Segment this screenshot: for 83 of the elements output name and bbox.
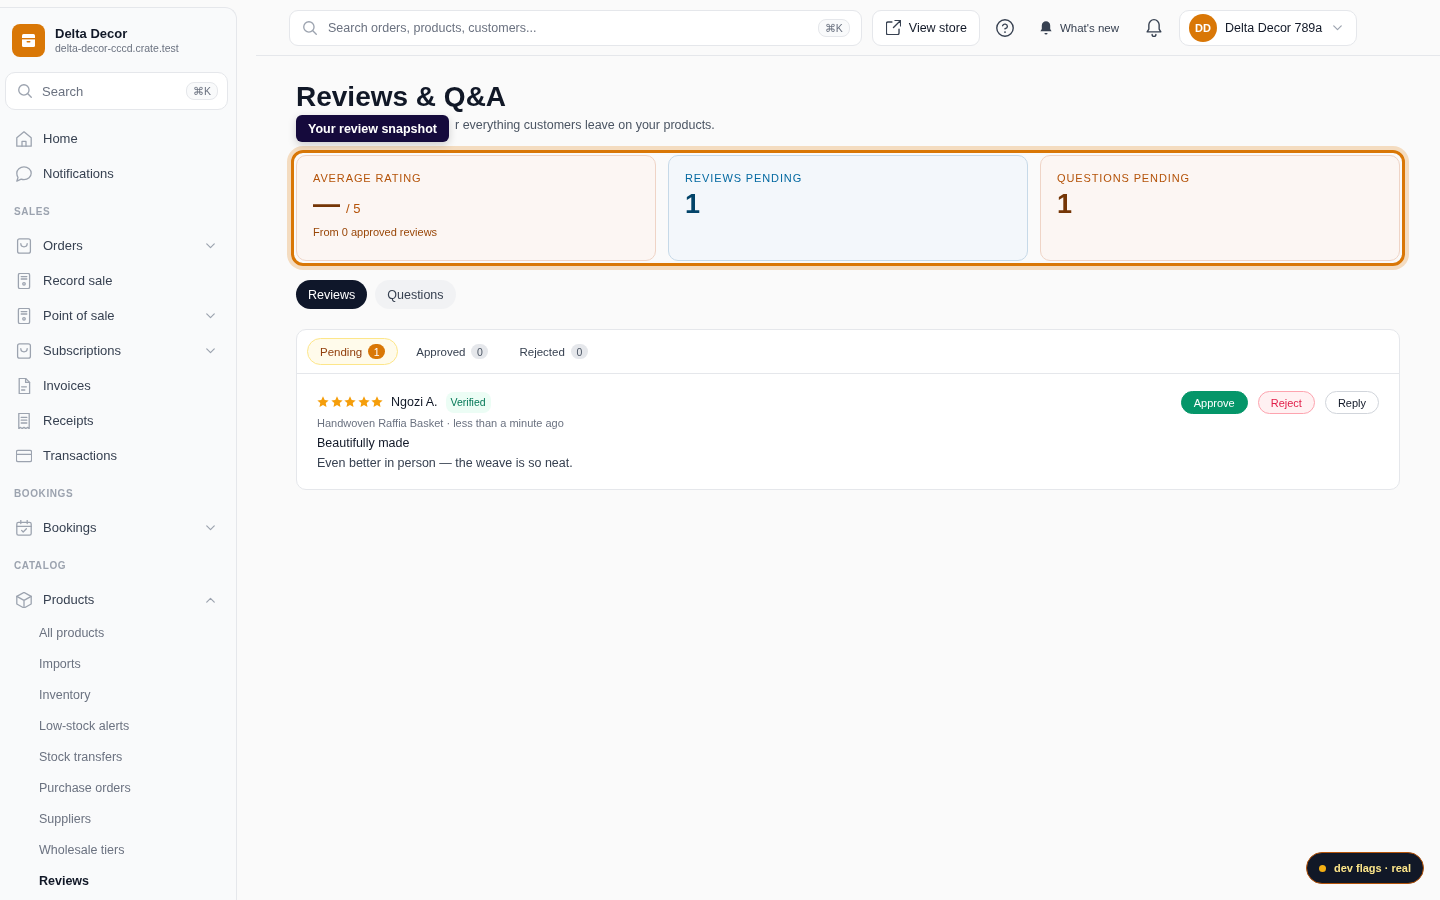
nav-item[interactable]: Point of sale: [5, 298, 228, 333]
star-icon: [344, 396, 356, 408]
user-avatar: DD: [1189, 13, 1217, 42]
approve-button[interactable]: Approve: [1180, 391, 1248, 414]
nav-item[interactable]: Invoices: [5, 368, 228, 403]
star-icon: [330, 396, 343, 408]
review-title: Beautifully made: [317, 435, 411, 451]
bell-icon: [1039, 20, 1052, 35]
account-menu-button[interactable]: DD Delta Decor 789a: [1179, 9, 1357, 46]
nav-item[interactable]: Receipts: [5, 403, 228, 438]
nav-item[interactable]: Record sale: [5, 263, 228, 298]
filter-tab[interactable]: Pending 1: [307, 338, 399, 365]
nav-subitem[interactable]: Low-stock alerts: [5, 710, 228, 741]
stat-label: REVIEWS PENDING: [685, 172, 804, 185]
section-label: CATALOG: [13, 559, 68, 573]
stat-note: From 0 approved reviews: [313, 225, 439, 239]
star-icon: [357, 396, 370, 408]
verified-badge: Verified: [445, 391, 491, 413]
device-icon: [16, 272, 32, 289]
filter-tab[interactable]: Approved 0: [403, 338, 502, 365]
search-icon: [303, 20, 317, 35]
count-badge: 1: [368, 344, 386, 359]
nav-item[interactable]: Bookings: [5, 510, 228, 545]
count-badge: 0: [471, 344, 489, 359]
reply-button[interactable]: Reply: [1324, 391, 1379, 414]
chevron-down-icon: [1333, 24, 1342, 31]
nav-item[interactable]: Notifications: [5, 156, 228, 191]
star-icon: [371, 396, 383, 408]
stat-label: AVERAGE RATING: [313, 172, 423, 185]
count-badge: 0: [570, 344, 588, 359]
page-subtitle: r everything customers leave on your products.: [455, 117, 715, 134]
tour-tooltip: Your review snapshot: [296, 115, 449, 142]
stat-value: 1: [685, 189, 701, 219]
nav-item[interactable]: Transactions: [5, 438, 228, 473]
shopping-bag-icon: [16, 342, 32, 359]
help-icon: [995, 18, 1014, 37]
calendar-icon: [16, 519, 32, 536]
review-meta: Handwoven Raffia Basket · less than a minute ago: [317, 416, 565, 431]
stat-value: —: [313, 189, 340, 219]
account-name: Delta Decor 789a: [1225, 20, 1324, 35]
credit-card-icon: [16, 447, 32, 464]
nav-subitem[interactable]: Purchase orders: [5, 772, 228, 803]
nav-subitem[interactable]: Suppliers: [5, 803, 228, 834]
nav-subitem[interactable]: Imports: [5, 648, 228, 679]
stat-suffix: / 5: [346, 201, 361, 216]
reviewer-name: Ngozi A.: [391, 395, 438, 409]
external-link-icon: [885, 20, 901, 35]
tab[interactable]: Questions: [375, 280, 456, 309]
dev-flags-badge[interactable]: dev flags · real: [1305, 852, 1424, 884]
nav-subitem[interactable]: Reviews: [5, 865, 228, 896]
store-domain: delta-decor-cccd.crate.test: [55, 42, 179, 55]
nav-item[interactable]: Products: [5, 582, 228, 617]
nav-subitem[interactable]: Stock transfers: [5, 741, 228, 772]
nav-subitem[interactable]: Inventory: [5, 679, 228, 710]
store-name: Delta Decor: [55, 26, 129, 42]
filter-tab[interactable]: Rejected 0: [506, 338, 601, 365]
nav-subitem[interactable]: Wholesale tiers: [5, 834, 228, 865]
cube-icon: [16, 591, 32, 608]
section-label: SALES: [13, 205, 52, 219]
shopping-bag-icon: [16, 237, 32, 254]
nav-item[interactable]: Subscriptions: [5, 333, 228, 368]
whats-new-button[interactable]: What's new: [1029, 12, 1129, 43]
receipt-icon: [16, 412, 32, 429]
search-icon: [18, 84, 32, 98]
stat-label: QUESTIONS PENDING: [1057, 172, 1191, 185]
bell-icon: [1145, 18, 1163, 37]
review-body: Even better in person — the weave is so neat.: [317, 455, 573, 471]
view-store-button[interactable]: View store: [871, 9, 980, 46]
star-icon: [317, 396, 329, 408]
stat-value: 1: [1057, 189, 1073, 219]
nav-subitem[interactable]: All products: [5, 617, 228, 648]
nav-item[interactable]: Orders: [5, 228, 228, 263]
device-icon: [16, 307, 32, 324]
box-logo-icon: [12, 24, 45, 57]
section-label: BOOKINGS: [13, 487, 75, 501]
home-icon: [16, 130, 32, 147]
page-title: Reviews & Q&A: [296, 80, 508, 114]
status-dot-icon: [1318, 864, 1326, 872]
tab[interactable]: Reviews: [296, 280, 368, 309]
chat-bubble-icon: [16, 165, 32, 182]
document-icon: [16, 377, 32, 394]
reject-button[interactable]: Reject: [1257, 391, 1315, 414]
nav-item[interactable]: Home: [5, 121, 228, 156]
